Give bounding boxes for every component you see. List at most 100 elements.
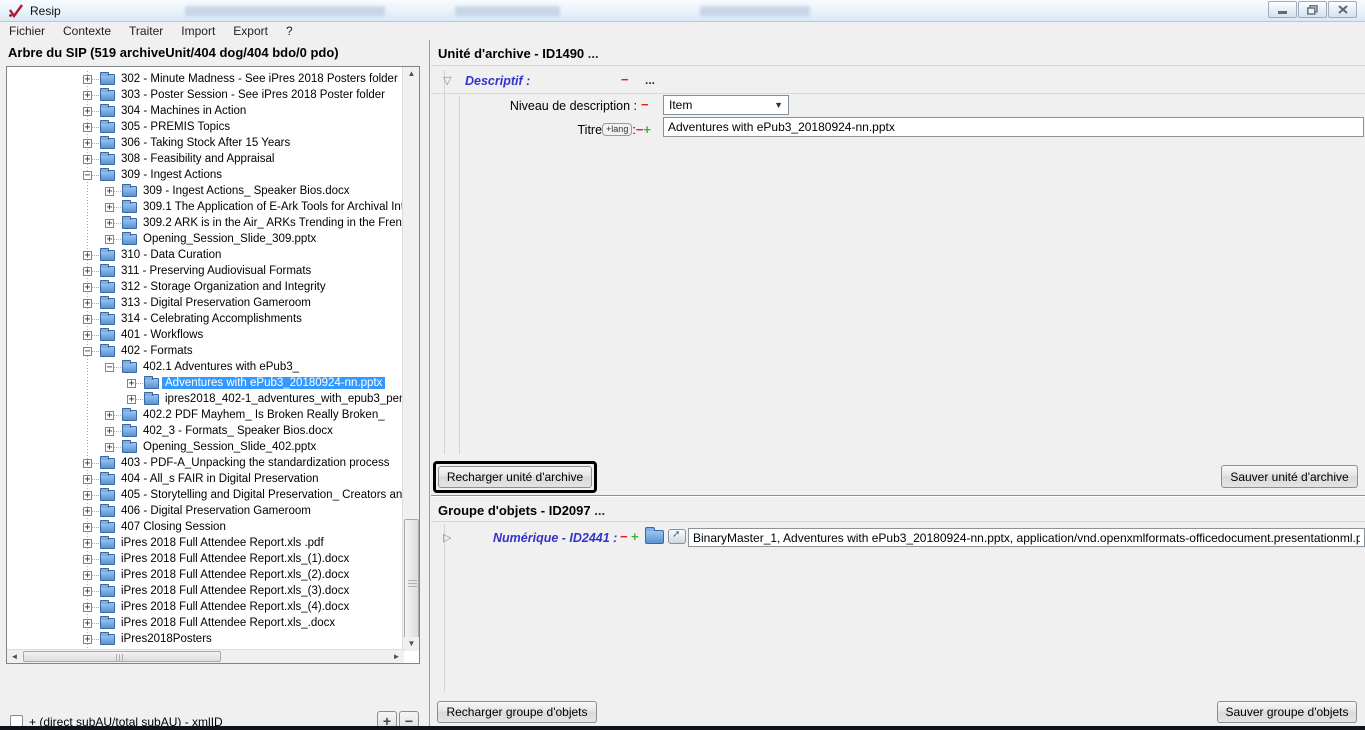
expand-icon[interactable]: + — [105, 235, 114, 244]
horizontal-scroll-thumb[interactable] — [23, 651, 221, 662]
tree-item[interactable]: +306 - Taking Stock After 15 Years — [7, 135, 403, 151]
expand-chevron-icon[interactable]: ▷ — [443, 531, 451, 544]
remove-version-button[interactable]: − — [620, 529, 628, 544]
collapse-chevron-icon[interactable]: ▽ — [443, 74, 451, 87]
expand-icon[interactable]: + — [83, 603, 92, 612]
restore-button[interactable] — [1298, 1, 1327, 18]
tree-item[interactable]: +402.2 PDF Mayhem_ Is Broken Really Brok… — [7, 407, 403, 423]
expand-icon[interactable]: + — [105, 219, 114, 228]
tree-item[interactable]: +305 - PREMIS Topics — [7, 119, 403, 135]
tree-item[interactable]: +Opening_Session_Slide_402.pptx — [7, 439, 403, 455]
expand-icon[interactable]: + — [83, 139, 92, 148]
expand-icon[interactable]: + — [83, 491, 92, 500]
expand-icon[interactable]: + — [83, 315, 92, 324]
vertical-scroll-thumb[interactable] — [404, 519, 419, 646]
expand-icon[interactable]: + — [83, 571, 92, 580]
collapse-icon[interactable]: − — [83, 171, 92, 180]
object-group-more-button[interactable]: ... — [594, 503, 605, 518]
tree-item[interactable]: +303 - Poster Session - See iPres 2018 P… — [7, 87, 403, 103]
tree-item[interactable]: +iPres 2018 Full Attendee Report.xls_.do… — [7, 615, 403, 631]
archive-unit-more-button[interactable]: ... — [588, 46, 599, 61]
close-button[interactable] — [1328, 1, 1357, 18]
expand-icon[interactable]: + — [83, 555, 92, 564]
open-containing-folder-icon[interactable] — [645, 530, 664, 544]
tree-item[interactable]: +407 Closing Session — [7, 519, 403, 535]
reload-archive-unit-button[interactable]: Recharger unité d'archive — [438, 466, 592, 488]
minimize-button[interactable] — [1268, 1, 1297, 18]
menu-item[interactable]: Fichier — [0, 23, 54, 39]
expand-icon[interactable]: + — [83, 539, 92, 548]
menu-item[interactable]: ? — [277, 23, 302, 39]
expand-icon[interactable]: + — [127, 395, 136, 404]
tree-item[interactable]: +302 - Minute Madness - See iPres 2018 P… — [7, 71, 403, 87]
tree-item[interactable]: +309.1 The Application of E-Ark Tools fo… — [7, 199, 403, 215]
menu-item[interactable]: Traiter — [120, 23, 172, 39]
tree-item[interactable]: +403 - PDF-A_Unpacking the standardizati… — [7, 455, 403, 471]
tree-item[interactable]: +401 - Workflows — [7, 327, 403, 343]
tree-item[interactable]: +304 - Machines in Action — [7, 103, 403, 119]
level-select[interactable]: Item ▼ — [663, 95, 789, 115]
expand-icon[interactable]: + — [83, 299, 92, 308]
expand-icon[interactable]: + — [83, 75, 92, 84]
tree-item[interactable]: +313 - Digital Preservation Gameroom — [7, 295, 403, 311]
tree-item[interactable]: +Adventures with ePub3_20180924-nn.pptx — [7, 375, 403, 391]
tree-item[interactable]: +iPres 2018 Full Attendee Report.xls_(2)… — [7, 567, 403, 583]
descriptif-more-button[interactable]: ... — [645, 73, 655, 87]
collapse-icon[interactable]: − — [83, 347, 92, 356]
menu-item[interactable]: Export — [224, 23, 277, 39]
tree-item[interactable]: +406 - Digital Preservation Gameroom — [7, 503, 403, 519]
tree-item[interactable]: +ipres2018_402-1_adventures_with_epub3_p… — [7, 391, 403, 407]
expand-icon[interactable]: + — [105, 443, 114, 452]
tree-item[interactable]: +310 - Data Curation — [7, 247, 403, 263]
expand-icon[interactable]: + — [105, 187, 114, 196]
tree-item[interactable]: +iPres 2018 Full Attendee Report.xls_(3)… — [7, 583, 403, 599]
tree-item[interactable]: +308 - Feasibility and Appraisal — [7, 151, 403, 167]
tree-item[interactable]: −309 - Ingest Actions — [7, 167, 403, 183]
collapse-icon[interactable]: − — [105, 363, 114, 372]
expand-icon[interactable]: + — [83, 523, 92, 532]
tree-item[interactable]: +404 - All_s FAIR in Digital Preservatio… — [7, 471, 403, 487]
expand-icon[interactable]: + — [83, 91, 92, 100]
tree-item[interactable]: +iPres 2018 Full Attendee Report.xls_(1)… — [7, 551, 403, 567]
expand-icon[interactable]: + — [83, 587, 92, 596]
menu-item[interactable]: Import — [172, 23, 224, 39]
add-title-button[interactable]: + — [643, 122, 651, 137]
expand-icon[interactable]: + — [127, 379, 136, 388]
tree-item[interactable]: +311 - Preserving Audiovisual Formats — [7, 263, 403, 279]
title-input[interactable] — [663, 117, 1364, 137]
remove-descriptif-button[interactable]: − — [621, 72, 629, 87]
expand-icon[interactable]: + — [83, 475, 92, 484]
save-archive-unit-button[interactable]: Sauver unité d'archive — [1221, 465, 1358, 488]
vertical-scrollbar[interactable]: ▲ ▼ — [402, 67, 419, 651]
tree-item[interactable]: −402.1 Adventures with ePub3_ — [7, 359, 403, 375]
menu-item[interactable]: Contexte — [54, 23, 120, 39]
tree-item[interactable]: +Opening_Session_Slide_309.pptx — [7, 231, 403, 247]
tree-item[interactable]: +iPres 2018 Full Attendee Report.xls .pd… — [7, 535, 403, 551]
horizontal-scrollbar[interactable]: ◄ ► — [7, 649, 404, 663]
tree-item[interactable]: +402_3 - Formats_ Speaker Bios.docx — [7, 423, 403, 439]
expand-icon[interactable]: + — [83, 267, 92, 276]
tree-item[interactable]: +312 - Storage Organization and Integrit… — [7, 279, 403, 295]
scroll-right-button[interactable]: ► — [389, 650, 404, 663]
expand-icon[interactable]: + — [105, 427, 114, 436]
tree-item[interactable]: +iPres2018Posters — [7, 631, 403, 647]
tree-item[interactable]: +iPres 2018 Full Attendee Report.xls_(4)… — [7, 599, 403, 615]
scroll-left-button[interactable]: ◄ — [7, 650, 22, 663]
save-object-group-button[interactable]: Sauver groupe d'objets — [1217, 701, 1357, 723]
remove-level-button[interactable]: − — [641, 97, 649, 112]
scroll-down-button[interactable]: ▼ — [404, 637, 419, 651]
open-file-icon[interactable] — [668, 529, 686, 544]
expand-icon[interactable]: + — [105, 411, 114, 420]
tree-item[interactable]: +405 - Storytelling and Digital Preserva… — [7, 487, 403, 503]
add-version-button[interactable]: + — [631, 529, 639, 544]
tree-item[interactable]: +309.2 ARK is in the Air_ ARKs Trending … — [7, 215, 403, 231]
expand-icon[interactable]: + — [83, 459, 92, 468]
tree-item[interactable]: +309 - Ingest Actions_ Speaker Bios.docx — [7, 183, 403, 199]
expand-icon[interactable]: + — [83, 251, 92, 260]
expand-icon[interactable]: + — [83, 619, 92, 628]
scroll-up-button[interactable]: ▲ — [404, 67, 419, 81]
expand-icon[interactable]: + — [83, 107, 92, 116]
add-lang-button[interactable]: +lang — [602, 123, 632, 136]
binary-object-input[interactable] — [688, 528, 1365, 547]
expand-icon[interactable]: + — [83, 155, 92, 164]
